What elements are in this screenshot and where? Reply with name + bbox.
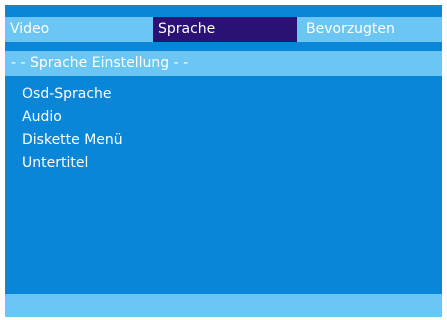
menu-item-untertitel[interactable]: Untertitel xyxy=(22,152,123,175)
tab-sprache[interactable]: Sprache xyxy=(153,17,297,42)
status-bar xyxy=(5,294,442,317)
menu-item-audio[interactable]: Audio xyxy=(22,106,123,129)
settings-menu: Osd-Sprache Audio Diskette Menü Untertit… xyxy=(22,83,123,175)
menu-item-osd-sprache[interactable]: Osd-Sprache xyxy=(22,83,123,106)
tab-bar: Video Sprache Bevorzugten xyxy=(5,17,442,42)
tab-video[interactable]: Video xyxy=(5,17,150,42)
menu-item-diskette-menu[interactable]: Diskette Menü xyxy=(22,129,123,152)
section-title: - - Sprache Einstellung - - xyxy=(5,51,442,76)
dvd-setup-screen: Video Sprache Bevorzugten - - Sprache Ei… xyxy=(0,0,447,320)
setup-menu-panel: Video Sprache Bevorzugten - - Sprache Ei… xyxy=(5,5,442,317)
tab-bevorzugten[interactable]: Bevorzugten xyxy=(301,17,442,42)
